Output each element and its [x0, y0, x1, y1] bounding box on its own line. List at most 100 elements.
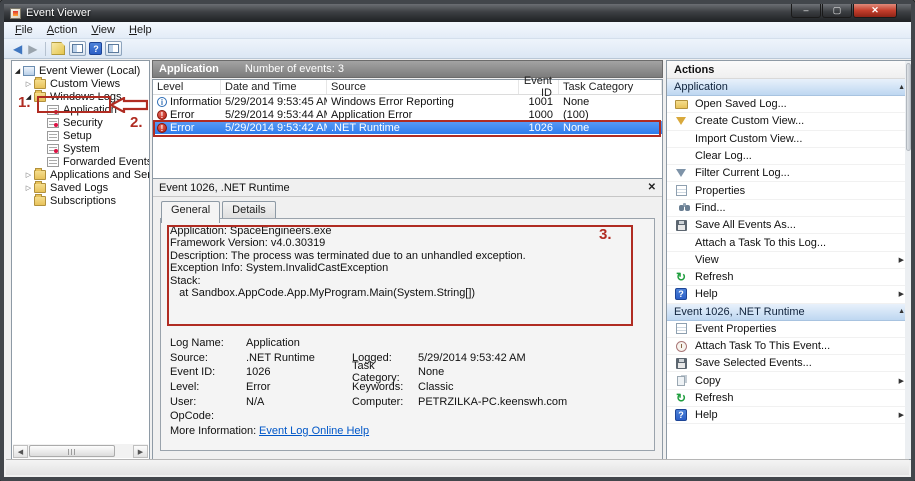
expanded-icon[interactable]: ◢ — [23, 93, 34, 101]
tree-item-windows-logs[interactable]: ◢ Windows Logs — [12, 90, 149, 103]
tree-item-label: Forwarded Events — [63, 156, 149, 168]
action-properties[interactable]: Properties — [667, 182, 912, 199]
tree-item-label: Security — [63, 117, 103, 129]
column-date-time[interactable]: Date and Time — [221, 80, 327, 94]
level-label: Level: — [170, 381, 246, 393]
user-value: N/A — [246, 396, 352, 408]
detail-header: Event 1026, .NET Runtime ✕ — [153, 179, 662, 197]
event-id-value: 1026 — [246, 366, 352, 378]
log-name-label: Log Name: — [170, 337, 246, 349]
title-bar[interactable]: Event Viewer – ▢ ✕ — [4, 4, 911, 22]
tree-item-event-viewer-local[interactable]: ◢ Event Viewer (Local) — [12, 64, 149, 77]
collapsed-icon[interactable]: ▷ — [23, 184, 34, 192]
event-log-online-help-link[interactable]: Event Log Online Help — [259, 425, 369, 437]
close-detail-icon[interactable]: ✕ — [648, 182, 656, 193]
tree-item-security[interactable]: Security — [12, 116, 149, 129]
tab-general[interactable]: General — [161, 201, 220, 223]
forward-icon[interactable]: ▶ — [28, 43, 37, 55]
action-save-all-events-as[interactable]: Save All Events As... — [667, 217, 912, 234]
actions-group-event-1026[interactable]: Event 1026, .NET Runtime ▲ — [667, 304, 912, 321]
action-attach-task-to-event[interactable]: Attach Task To This Event... — [667, 338, 912, 355]
menu-view[interactable]: View — [84, 23, 122, 37]
tree-item-applications-and-services[interactable]: ▷ Applications and Services Lo — [12, 168, 149, 181]
menu-file[interactable]: File — [8, 23, 40, 37]
column-source[interactable]: Source — [327, 80, 519, 94]
help-icon: ? — [674, 409, 688, 421]
log-icon — [47, 144, 59, 154]
help-icon: ? — [674, 288, 688, 300]
log-icon — [47, 157, 59, 167]
properties-icon — [674, 323, 688, 335]
tree-item-custom-views[interactable]: ▷ Custom Views — [12, 77, 149, 90]
menu-action[interactable]: Action — [40, 23, 85, 37]
console-tree-toggle-icon[interactable] — [69, 41, 86, 56]
tab-details[interactable]: Details — [222, 201, 276, 218]
source-value: .NET Runtime — [246, 352, 352, 364]
tree-horizontal-scrollbar[interactable]: ◀ ▶ — [13, 444, 148, 458]
column-task-category[interactable]: Task Category — [559, 80, 662, 94]
table-row[interactable]: ! Error 5/29/2014 9:53:44 AM Application… — [153, 108, 662, 121]
status-bar — [6, 459, 909, 475]
actions-group-application[interactable]: Application ▲ — [667, 79, 912, 96]
save-icon — [674, 219, 688, 231]
action-save-selected-events[interactable]: Save Selected Events... — [667, 355, 912, 372]
refresh-icon: ↻ — [674, 271, 688, 283]
event-viewer-window: Event Viewer – ▢ ✕ File Action View Help… — [0, 0, 915, 481]
task-clock-icon — [674, 340, 688, 352]
menu-help[interactable]: Help — [122, 23, 159, 37]
log-icon — [47, 105, 59, 115]
collapsed-icon[interactable]: ▷ — [23, 80, 34, 88]
scroll-left-icon[interactable]: ◀ — [13, 445, 28, 458]
scroll-right-icon[interactable]: ▶ — [133, 445, 148, 458]
maximize-button[interactable]: ▢ — [822, 4, 852, 18]
action-open-saved-log[interactable]: Open Saved Log... — [667, 96, 912, 113]
minimize-button[interactable]: – — [791, 4, 821, 18]
filter-yellow-icon — [674, 115, 688, 127]
action-import-custom-view[interactable]: Import Custom View... — [667, 131, 912, 148]
tree-item-saved-logs[interactable]: ▷ Saved Logs — [12, 181, 149, 194]
collapsed-icon[interactable]: ▷ — [23, 171, 34, 179]
action-pane-toggle-icon[interactable] — [105, 41, 122, 56]
tree-item-system[interactable]: System — [12, 142, 149, 155]
toolbar-separator — [45, 42, 46, 56]
tree-item-subscriptions[interactable]: Subscriptions — [12, 194, 149, 207]
column-event-id[interactable]: Event ID — [519, 80, 559, 94]
column-header-row: Level Date and Time Source Event ID Task… — [153, 80, 662, 95]
action-refresh-event[interactable]: ↻ Refresh — [667, 390, 912, 407]
table-row-selected[interactable]: ! Error 5/29/2014 9:53:42 AM .NET Runtim… — [153, 121, 662, 134]
tree-item-application[interactable]: Application — [12, 103, 149, 116]
action-help[interactable]: ? Help ▶ — [667, 286, 912, 303]
export-list-icon[interactable] — [51, 42, 65, 55]
tree-item-label: Application — [63, 104, 117, 116]
back-icon[interactable]: ◀ — [13, 43, 22, 55]
action-filter-current-log[interactable]: Filter Current Log... — [667, 165, 912, 182]
scroll-thumb[interactable] — [906, 63, 911, 151]
close-button[interactable]: ✕ — [853, 4, 897, 18]
action-find[interactable]: Find... — [667, 200, 912, 217]
action-attach-task-to-log[interactable]: Attach a Task To this Log... — [667, 234, 912, 251]
general-tab-content: Application: SpaceEngineers.exe Framewor… — [160, 218, 655, 451]
event-fields: Log Name: Application Source: .NET Runti… — [170, 336, 648, 438]
collapse-icon[interactable]: ▲ — [898, 308, 905, 315]
tree-item-setup[interactable]: Setup — [12, 129, 149, 142]
action-copy[interactable]: Copy ▶ — [667, 372, 912, 389]
column-level[interactable]: Level — [153, 80, 221, 94]
refresh-icon: ↻ — [674, 392, 688, 404]
scroll-thumb[interactable] — [29, 445, 115, 457]
actions-vertical-scrollbar[interactable] — [905, 61, 912, 459]
tree-item-forwarded-events[interactable]: Forwarded Events — [12, 155, 149, 168]
information-icon: i — [157, 97, 167, 107]
tree-item-label: Setup — [63, 130, 92, 142]
action-event-properties[interactable]: Event Properties — [667, 321, 912, 338]
action-refresh[interactable]: ↻ Refresh — [667, 269, 912, 286]
action-create-custom-view[interactable]: Create Custom View... — [667, 113, 912, 130]
action-view[interactable]: View ▶ — [667, 252, 912, 269]
expanded-icon[interactable]: ◢ — [12, 67, 23, 75]
filter-icon — [674, 167, 688, 179]
help-toolbar-icon[interactable]: ? — [89, 42, 102, 55]
action-clear-log[interactable]: Clear Log... — [667, 148, 912, 165]
action-help-event[interactable]: ? Help ▶ — [667, 407, 912, 424]
error-icon: ! — [157, 123, 167, 133]
collapse-icon[interactable]: ▲ — [898, 84, 905, 91]
table-row[interactable]: i Information 5/29/2014 9:53:45 AM Windo… — [153, 95, 662, 108]
